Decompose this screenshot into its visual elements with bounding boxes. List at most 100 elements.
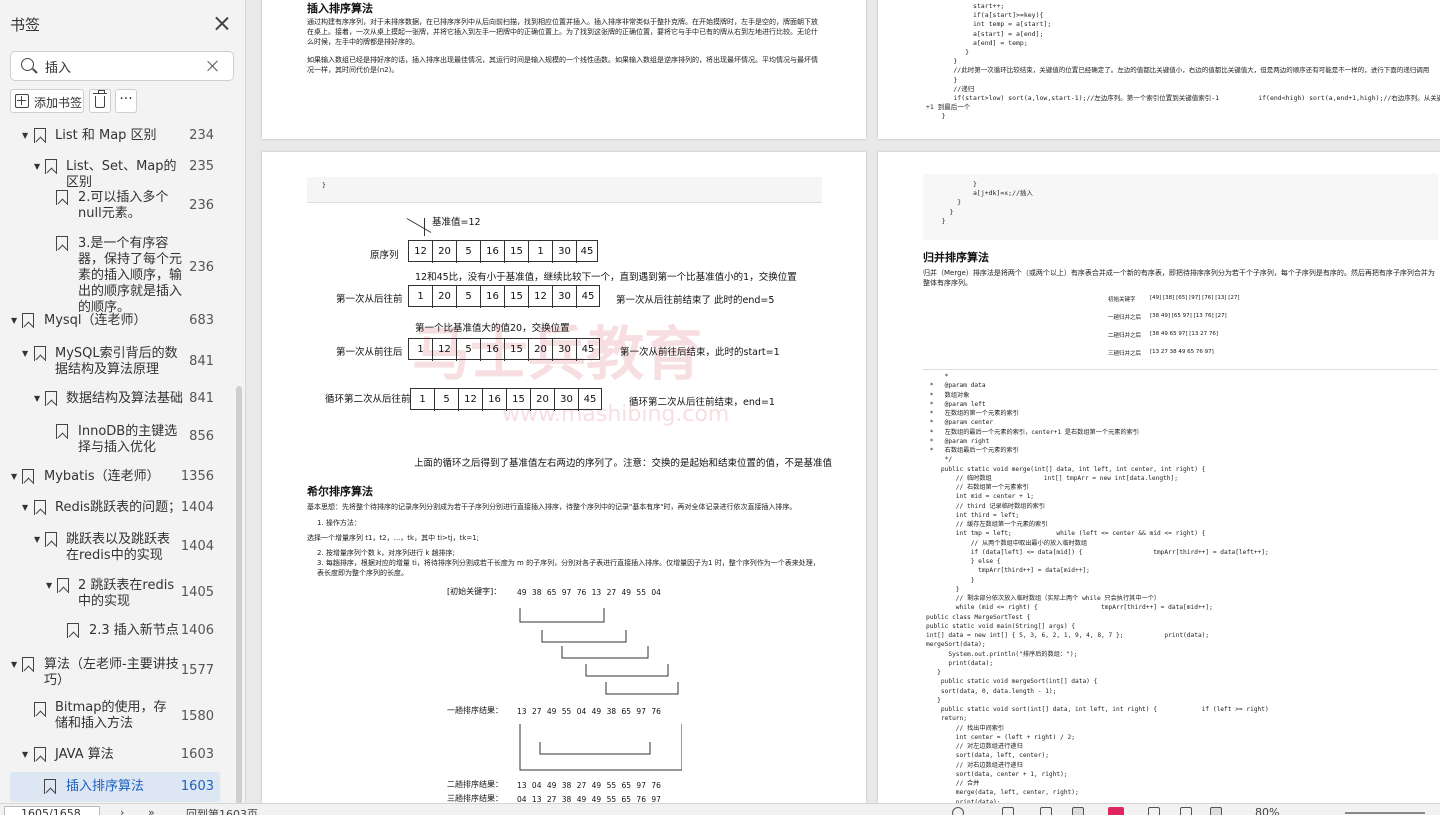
bookmark-page: 1577 [180,663,214,678]
collapse-arrow-icon[interactable]: ▼ [34,535,44,545]
array-cell: 12 [529,286,553,308]
bookmark-page: 1603 [180,747,214,762]
bookmark-label: InnoDB的主键选择与插入优化 [78,424,178,455]
bookmark-page: 1405 [180,585,214,600]
fit-width-icon[interactable] [1210,807,1222,815]
bookmark-item[interactable]: ▼ List、Set、Map的区别 235 [0,152,234,190]
clear-search-icon[interactable] [206,59,220,73]
array-cell: 5 [457,286,481,308]
pdf-page: } 马士兵教育 www.mashibing.com 基准值=12 原序列 12 … [262,152,866,803]
collapse-arrow-icon[interactable]: ▼ [11,472,21,482]
bookmark-item-selected[interactable]: 插入排序算法 1603 [10,772,220,802]
array-cell: 20 [531,389,555,411]
row-label: 原序列 [370,250,399,261]
bookmark-item[interactable]: 2.可以插入多个null元素。 236 [0,182,234,226]
bookmark-item[interactable]: ▼ 跳跃表以及跳跃表在redis中的实现 1404 [0,524,234,570]
array-cell: 16 [481,286,505,308]
array-cell: 20 [433,241,457,263]
zoom-slider[interactable] [1345,812,1425,814]
code-block: * * @param data * 数组对象 * @param left * 左… [926,373,1269,803]
merge-row-label: 初始关键字 [1108,297,1136,303]
play-icon[interactable] [1108,807,1124,815]
bookmark-icon [67,623,79,638]
explanation-note: 第一个比基准值大的值20，交换位置 [415,323,570,334]
array-cell: 30 [553,339,577,361]
bookmark-page: 1580 [180,709,214,724]
bookmark-item[interactable]: 3.是一个有序容器，保持了每个元素的插入顺序，输出的顺序就是插入的顺序。 236 [0,226,234,315]
bookmark-sidebar: 书签 添加书签 ··· ▼ List 和 Map 区别 234 ▼ List、S… [0,0,246,803]
continuous-page-icon[interactable] [1040,807,1052,815]
collapse-arrow-icon[interactable]: ▼ [22,131,32,141]
bookmark-item[interactable]: ▼ Mysql（连老师） 683 [0,306,234,336]
back-to-page-link[interactable]: 回到第1603页 [186,806,258,815]
bookmark-icon [34,346,46,361]
last-page-icon[interactable]: » [148,806,155,815]
zoom-level[interactable]: 80% [1255,806,1279,815]
array-cell: 30 [553,241,577,263]
sidebar-title: 书签 [10,16,41,34]
bookmark-item[interactable]: Bitmap的使用，存储和插入方法 1580 [0,696,234,738]
collapse-arrow-icon[interactable]: ▼ [22,503,32,513]
bookmark-search-input[interactable] [45,57,195,75]
bookmark-item[interactable]: ▼ MySQL索引背后的数据结构及算法原理 841 [0,338,234,382]
collapse-arrow-icon[interactable]: ▼ [34,162,44,172]
bookmark-label: Mysql（连老师） [44,313,147,328]
array-cell: 16 [481,241,505,263]
collapse-arrow-icon[interactable]: ▼ [34,394,44,404]
bookmark-label: List 和 Map 区别 [55,128,157,143]
bookmark-item[interactable]: ▼ 算法（左老师-主要讲技巧） 1577 [0,650,234,690]
bookmark-item[interactable]: 2.3 插入新节点 1406 [0,616,234,646]
collapse-arrow-icon[interactable]: ▼ [11,316,21,326]
delete-bookmark-button[interactable] [89,89,111,113]
bookmark-label: Redis跳跃表的问题； [55,500,182,515]
bookmark-page: 841 [189,391,214,406]
bookmark-item[interactable]: InnoDB的主键选择与插入优化 856 [0,416,234,462]
array-row: 1 20 5 16 15 12 30 45 [408,285,600,308]
add-bookmark-button[interactable]: 添加书签 [10,89,84,113]
bookmark-label: Bitmap的使用，存储和插入方法 [55,700,167,731]
bookmark-icon [45,532,57,547]
shell-sort-heading: 希尔排序算法 [307,485,373,498]
fit-page-icon[interactable] [1180,807,1192,815]
trash-icon [93,90,107,108]
collapse-arrow-icon[interactable]: ▼ [46,581,56,591]
collapse-arrow-icon[interactable]: ▼ [11,660,21,670]
array-cell: 20 [529,339,553,361]
insert-sort-paragraph: 如果输入数组已经是排好序的话，插入排序出现最佳情况，其运行时间是输入规模的一个线… [307,56,818,74]
collapse-arrow-icon[interactable]: ▼ [22,349,32,359]
shell-pass-label: 一趟排序结果： [447,706,503,715]
explanation-note: 12和45比，没有小于基准值，继续比较下一个，直到遇到第一个比基准值小的1，交换… [415,272,797,283]
array-row: 1 12 5 16 15 20 30 45 [408,338,600,361]
explanation-note: 第一次从前往后结束，此时的start=1 [620,347,780,358]
array-cell: 5 [457,339,481,361]
shell-sort-step: 1. 操作方法： [317,519,361,527]
dual-page-icon[interactable] [1072,807,1084,815]
bookmark-item[interactable]: ▼ 数据结构及算法基础 841 [0,384,234,414]
bookmark-page: 1603 [180,779,214,794]
pdf-page: 插入排序算法 通过构建有序序列，对于未排序数据，在已排序序列中从后向前扫描，找到… [262,0,866,139]
bookmark-item[interactable]: ▼ Mybatis（连老师） 1356 [0,462,234,492]
add-bookmark-icon [15,94,29,108]
bookmark-item[interactable]: ▼ 2 跳跃表在redis中的实现 1405 [0,570,234,616]
close-icon[interactable] [212,14,232,34]
code-brace: } [322,181,326,189]
document-view[interactable]: 插入排序算法 通过构建有序序列，对于未排序数据，在已排序序列中从后向前扫描，找到… [246,0,1440,803]
eye-icon[interactable] [952,807,964,815]
sidebar-scrollbar[interactable] [236,386,242,803]
single-page-icon[interactable] [1002,807,1014,815]
bookmark-item[interactable]: ▼ List 和 Map 区别 234 [0,120,234,152]
book-view-icon[interactable] [1148,807,1160,815]
shell-sort-diagram [519,724,682,771]
bookmark-page: 236 [189,198,214,213]
divider [923,369,1438,370]
next-page-icon[interactable]: › [120,806,124,815]
page-number-input[interactable]: 1605/1658 [4,806,100,815]
merge-row-values: [38 49] [65 97] [13 76] [27] [1150,313,1227,319]
collapse-arrow-icon[interactable]: ▼ [22,750,32,760]
more-options-button[interactable]: ··· [115,89,137,113]
bookmark-page: 841 [189,354,214,369]
bookmark-item[interactable]: ▼ Redis跳跃表的问题； 1404 [0,493,234,523]
bookmark-item[interactable]: ▼ JAVA 算法 1603 [0,740,234,770]
array-cell: 12 [433,339,457,361]
bookmark-icon [34,128,46,143]
